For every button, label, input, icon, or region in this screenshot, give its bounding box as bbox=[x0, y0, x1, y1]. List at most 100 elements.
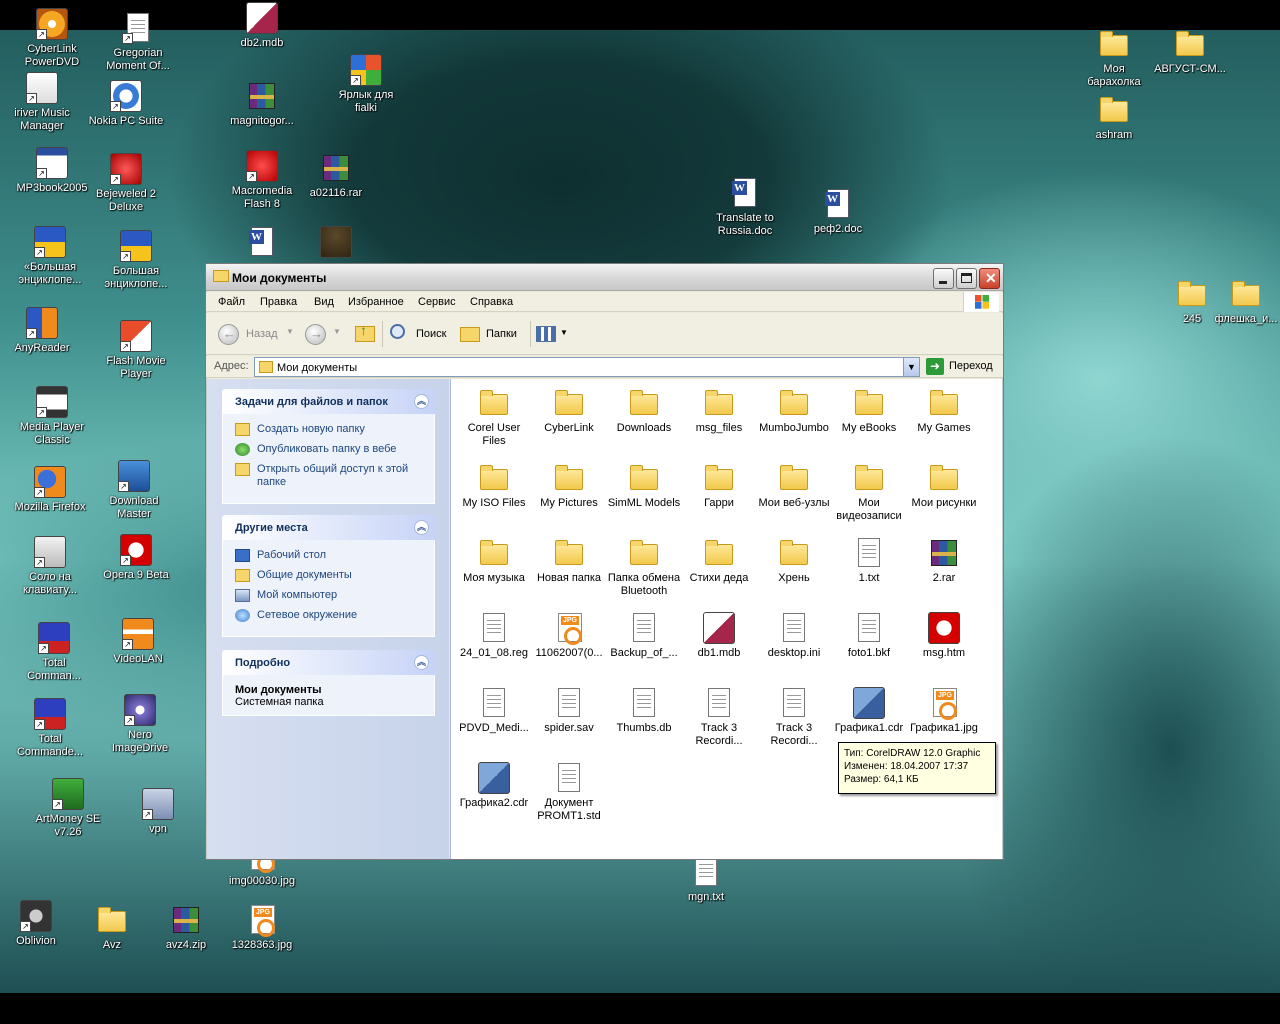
collapse-chevron-icon[interactable]: ︽ bbox=[414, 520, 429, 535]
file-item[interactable]: msg.htm bbox=[906, 612, 982, 660]
desktop-shortcut[interactable]: ↗ Total Comman... bbox=[12, 622, 96, 683]
file-item[interactable]: Хрень bbox=[756, 537, 832, 585]
desktop-shortcut[interactable]: АВГУСТ-СМ... bbox=[1148, 28, 1232, 76]
task-share-folder[interactable]: Открыть общий доступ к этой папке bbox=[235, 463, 422, 489]
menu-tools[interactable]: Сервис bbox=[418, 296, 456, 308]
task-new-folder[interactable]: Создать новую папку bbox=[235, 423, 422, 436]
minimize-button[interactable] bbox=[933, 268, 954, 289]
file-item[interactable]: 1.txt bbox=[831, 537, 907, 585]
desktop-shortcut[interactable]: a02116.rar bbox=[294, 152, 378, 200]
desktop-shortcut[interactable] bbox=[220, 226, 304, 261]
desktop-shortcut[interactable]: db2.mdb bbox=[220, 2, 304, 50]
file-item[interactable]: Новая папка bbox=[531, 537, 607, 585]
file-item[interactable]: db1.mdb bbox=[681, 612, 757, 660]
file-item[interactable]: Мои рисунки bbox=[906, 462, 982, 510]
up-folder-button[interactable]: ↑ bbox=[352, 321, 378, 347]
file-item[interactable]: desktop.ini bbox=[756, 612, 832, 660]
address-dropdown-icon[interactable]: ▼ bbox=[903, 358, 919, 376]
menu-favorites[interactable]: Избранное bbox=[348, 296, 404, 308]
collapse-chevron-icon[interactable]: ︽ bbox=[414, 655, 429, 670]
desktop-shortcut[interactable]: ↗ Bejeweled 2 Deluxe bbox=[84, 153, 168, 214]
desktop-shortcut[interactable]: ↗ Nero ImageDrive bbox=[98, 694, 182, 755]
desktop-shortcut[interactable]: ↗ Ярлык для fialki bbox=[324, 54, 408, 115]
collapse-chevron-icon[interactable]: ︽ bbox=[414, 394, 429, 409]
place-shared-documents[interactable]: Общие документы bbox=[235, 569, 422, 582]
file-item[interactable]: Стихи деда bbox=[681, 537, 757, 585]
file-item[interactable]: Графика1.jpg bbox=[906, 687, 982, 735]
file-item[interactable]: 24_01_08.reg bbox=[456, 612, 532, 660]
place-network[interactable]: Сетевое окружение bbox=[235, 609, 422, 622]
menu-file[interactable]: Файл bbox=[218, 296, 245, 308]
maximize-button[interactable] bbox=[956, 268, 977, 289]
file-item[interactable]: My eBooks bbox=[831, 387, 907, 435]
desktop-shortcut[interactable]: ↗ «Большая энциклопе... bbox=[8, 226, 92, 287]
file-item[interactable]: Thumbs.db bbox=[606, 687, 682, 735]
desktop-shortcut[interactable]: ↗ VideoLAN bbox=[96, 618, 180, 666]
go-arrow-icon[interactable]: ➜ bbox=[926, 358, 944, 375]
desktop-shortcut[interactable] bbox=[294, 226, 378, 261]
file-item[interactable]: PDVD_Medi... bbox=[456, 687, 532, 735]
task-publish-web[interactable]: Опубликовать папку в вебе bbox=[235, 443, 422, 456]
details-header[interactable]: Подробно ︽ bbox=[222, 650, 435, 675]
folders-button[interactable]: Папки bbox=[458, 321, 524, 347]
desktop-shortcut[interactable]: ↗ Mozilla Firefox bbox=[8, 466, 92, 514]
forward-button[interactable]: → ▼ bbox=[303, 321, 343, 347]
desktop-shortcut[interactable]: ↗ Media Player Classic bbox=[10, 386, 94, 447]
views-button[interactable]: ▼ bbox=[534, 321, 570, 347]
file-item[interactable]: My ISO Files bbox=[456, 462, 532, 510]
file-item[interactable]: Графика1.cdr bbox=[831, 687, 907, 735]
file-item[interactable]: Папка обмена Bluetooth bbox=[606, 537, 682, 598]
desktop-shortcut[interactable]: ↗ Gregorian Moment Of... bbox=[96, 12, 180, 73]
menu-view[interactable]: Вид bbox=[314, 296, 334, 308]
file-item[interactable]: Мои веб-узлы bbox=[756, 462, 832, 510]
desktop-shortcut[interactable]: avz4.zip bbox=[144, 904, 228, 952]
desktop-shortcut[interactable]: ↗ MP3book2005 bbox=[10, 147, 94, 195]
file-item[interactable]: Документ PROMT1.std bbox=[531, 762, 607, 823]
desktop-shortcut[interactable]: ↗ Oblivion bbox=[0, 900, 78, 948]
file-item[interactable]: spider.sav bbox=[531, 687, 607, 735]
place-my-computer[interactable]: Мой компьютер bbox=[235, 589, 422, 602]
file-item[interactable]: Мои видеозаписи bbox=[831, 462, 907, 523]
desktop-shortcut[interactable]: ↗ ArtMoney SE v7.26 bbox=[26, 778, 110, 839]
file-item[interactable]: Downloads bbox=[606, 387, 682, 435]
address-field[interactable]: Мои документы ▼ bbox=[254, 357, 920, 377]
file-item[interactable]: CyberLink bbox=[531, 387, 607, 435]
desktop-shortcut[interactable]: mgn.txt bbox=[664, 856, 748, 904]
menu-edit[interactable]: Правка bbox=[260, 296, 297, 308]
desktop-shortcut[interactable]: ↗ iriver Music Manager bbox=[0, 72, 84, 133]
file-item[interactable]: Графика2.cdr bbox=[456, 762, 532, 810]
desktop-shortcut[interactable]: ↗ Соло на клавиату... bbox=[8, 536, 92, 597]
file-item[interactable]: foto1.bkf bbox=[831, 612, 907, 660]
file-item[interactable]: MumboJumbo bbox=[756, 387, 832, 435]
file-item[interactable]: SimML Models bbox=[606, 462, 682, 510]
desktop-shortcut[interactable]: ↗ Macromedia Flash 8 bbox=[220, 150, 304, 211]
file-item[interactable]: 11062007(0... bbox=[531, 612, 607, 660]
place-desktop[interactable]: Рабочий стол bbox=[235, 549, 422, 562]
file-item[interactable]: My Pictures bbox=[531, 462, 607, 510]
desktop-shortcut[interactable]: 1328363.jpg bbox=[220, 904, 304, 952]
desktop-shortcut[interactable]: ↗ Nokia PC Suite bbox=[84, 80, 168, 128]
desktop-shortcut[interactable]: ↗ CyberLink PowerDVD bbox=[10, 8, 94, 69]
file-item[interactable]: 2.rar bbox=[906, 537, 982, 585]
desktop-shortcut[interactable]: magnitogor... bbox=[220, 80, 304, 128]
desktop-shortcut[interactable]: Translate to Russia.doc bbox=[703, 177, 787, 238]
desktop-shortcut[interactable]: Avz bbox=[70, 904, 154, 952]
file-item[interactable]: Гарри bbox=[681, 462, 757, 510]
file-item[interactable]: Track 3 Recordi... bbox=[756, 687, 832, 748]
file-item[interactable]: Моя музыка bbox=[456, 537, 532, 585]
desktop-shortcut[interactable]: ↗ Total Commande... bbox=[8, 698, 92, 759]
file-item[interactable]: My Games bbox=[906, 387, 982, 435]
title-bar[interactable]: Мои документы ✕ bbox=[206, 264, 1003, 291]
desktop-shortcut[interactable]: флешка_и... bbox=[1204, 278, 1280, 326]
desktop-shortcut[interactable]: ↗ Большая энциклопе... bbox=[94, 230, 178, 291]
menu-help[interactable]: Справка bbox=[470, 296, 513, 308]
go-button-label[interactable]: Переход bbox=[949, 360, 993, 372]
file-item[interactable]: msg_files bbox=[681, 387, 757, 435]
file-item[interactable]: Track 3 Recordi... bbox=[681, 687, 757, 748]
desktop-shortcut[interactable]: ↗ Opera 9 Beta bbox=[94, 534, 178, 582]
desktop-shortcut[interactable]: ↗ Flash Movie Player bbox=[94, 320, 178, 381]
desktop-shortcut[interactable]: Моя барахолка bbox=[1072, 28, 1156, 89]
file-tasks-header[interactable]: Задачи для файлов и папок ︽ bbox=[222, 389, 435, 414]
desktop-shortcut[interactable]: ashram bbox=[1072, 94, 1156, 142]
desktop-shortcut[interactable]: ↗ AnyReader bbox=[0, 307, 84, 355]
